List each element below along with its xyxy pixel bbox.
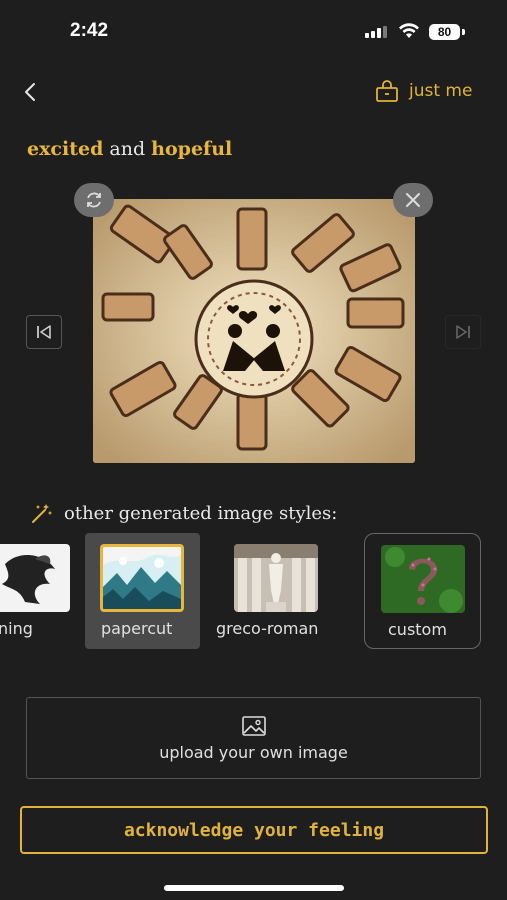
style-thumbnail: [381, 545, 465, 613]
feeling-first: excited: [27, 138, 104, 160]
style-label: greco-roman: [216, 619, 319, 638]
style-option-custom[interactable]: custom: [364, 533, 481, 649]
image-icon: [241, 715, 266, 736]
regenerate-button[interactable]: [74, 183, 114, 217]
chevron-left-icon: [25, 83, 35, 101]
upload-label: upload your own image: [159, 742, 348, 762]
status-time: 2:42: [70, 20, 109, 41]
style-label: papercut: [101, 619, 173, 638]
privacy-toggle[interactable]: just me: [375, 79, 472, 103]
styles-carousel[interactable]: ning papercut greco-roman custom: [0, 533, 507, 653]
styles-heading-label: other generated image styles:: [64, 502, 338, 524]
previous-image-button[interactable]: [26, 315, 62, 349]
skip-previous-icon: [37, 325, 51, 339]
style-option-sketch[interactable]: ning: [0, 533, 78, 649]
style-option-papercut[interactable]: papercut: [85, 533, 200, 649]
feeling-connector: and: [103, 138, 152, 160]
style-thumbnail: [0, 544, 70, 612]
acknowledge-feeling-button[interactable]: acknowledge your feeling: [20, 806, 488, 854]
status-bar: 2:42 80: [0, 0, 507, 60]
next-image-button[interactable]: [445, 315, 481, 349]
generated-image[interactable]: [93, 199, 415, 463]
wifi-icon: [399, 23, 419, 38]
battery-icon: 80: [429, 24, 460, 40]
papercut-artwork: [93, 199, 415, 463]
style-label: ning: [0, 619, 33, 638]
refresh-icon: [87, 192, 101, 208]
feeling-title: excited and hopeful: [27, 138, 232, 160]
style-thumbnail: [234, 544, 318, 612]
back-button[interactable]: [18, 78, 46, 106]
skip-next-icon: [456, 325, 470, 339]
close-icon: [406, 193, 420, 207]
home-indicator[interactable]: [164, 885, 344, 891]
privacy-label: just me: [409, 81, 473, 101]
upload-image-button[interactable]: upload your own image: [26, 697, 481, 779]
style-label: custom: [388, 620, 447, 639]
lock-icon: [376, 80, 398, 102]
close-image-button[interactable]: [393, 183, 433, 217]
style-thumbnail: [100, 544, 184, 612]
battery-tip: [462, 29, 465, 35]
style-option-greco-roman[interactable]: greco-roman: [213, 533, 339, 649]
feeling-second: hopeful: [151, 138, 233, 160]
styles-heading: other generated image styles:: [30, 501, 337, 525]
cellular-signal-icon: [365, 26, 387, 38]
magic-wand-icon: [32, 504, 52, 523]
